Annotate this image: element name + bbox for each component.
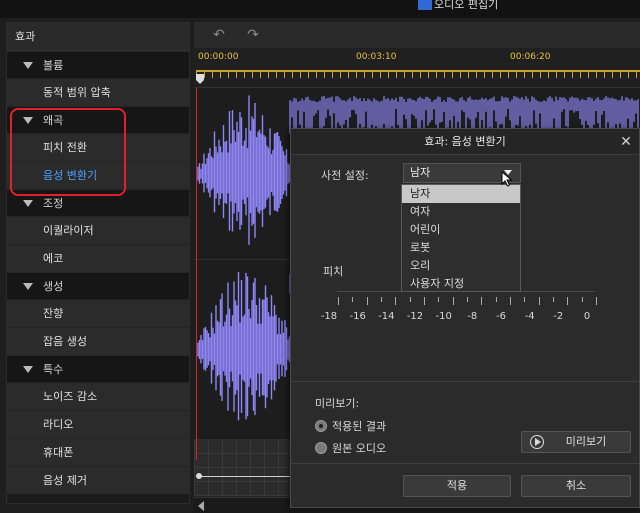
pitch-label: 피치 [323, 265, 344, 278]
collapse-triangle-icon [23, 200, 33, 207]
effect-item-dynamic-range-compression[interactable]: 동적 범위 압축 [7, 78, 189, 106]
pitch-scale-label: -10 [435, 311, 452, 322]
mouse-cursor-icon [501, 171, 513, 187]
dialog-title-bar: 효과: 음성 변환기 ✕ [291, 129, 639, 155]
pitch-tick [553, 297, 554, 302]
preset-option-female[interactable]: 여자 [402, 203, 520, 221]
playhead-line [196, 88, 197, 460]
pitch-tick [567, 297, 569, 305]
preset-option-duck[interactable]: 오리 [402, 257, 520, 275]
pitch-tick [366, 297, 368, 305]
radio-off-icon [315, 442, 327, 454]
pitch-scale-label: -6 [496, 311, 506, 322]
effect-item-noise-generate[interactable]: 잡음 생성 [7, 327, 189, 355]
preset-option-robot[interactable]: 로봇 [402, 239, 520, 257]
time-label: 00:03:10 [356, 52, 397, 62]
voice-changer-dialog: 효과: 음성 변환기 ✕ 사전 설정: 남자 남자 여자 어린이 로봇 오리 사… [290, 128, 640, 508]
timeline-toolbar: ↶ ↷ [194, 22, 640, 48]
dialog-title: 효과: 음성 변환기 [424, 135, 506, 148]
pitch-tick [510, 297, 511, 305]
preset-option-male[interactable]: 남자 [402, 185, 520, 203]
pitch-scale-label: -12 [406, 311, 424, 322]
effect-item-equalizer[interactable]: 이퀄라이저 [7, 216, 189, 244]
apply-button[interactable]: 적용 [403, 475, 511, 497]
window-title: 오디오 편집기 [418, 0, 498, 12]
group-special[interactable]: 특수 [7, 355, 189, 382]
preset-selected-value: 남자 [410, 166, 431, 179]
preview-button[interactable]: 미리보기 [521, 431, 631, 453]
radio-on-icon [315, 420, 327, 432]
pitch-scale-label: -8 [467, 311, 478, 322]
dialog-footer-divider [291, 463, 639, 464]
radio-applied-result[interactable]: 적용된 결과 [315, 419, 386, 435]
effect-item-noise-reduction[interactable]: 노이즈 감소 [7, 382, 189, 410]
app-logo-icon [418, 0, 432, 10]
radio-original-audio[interactable]: 원본 오디오 [315, 441, 386, 457]
pitch-scale-label: -2 [553, 311, 564, 322]
pitch-tick [467, 297, 468, 302]
pitch-tick [524, 297, 526, 302]
pitch-tick [395, 297, 397, 305]
group-generate[interactable]: 생성 [7, 272, 189, 299]
pitch-tick [424, 297, 425, 305]
effect-item-phone[interactable]: 휴대폰 [7, 438, 189, 466]
scroll-left-icon[interactable] [198, 501, 204, 511]
preset-label: 사전 설정: [321, 169, 369, 182]
dialog-divider [291, 381, 639, 382]
highlight-annotation-box [10, 108, 126, 196]
pitch-scale-label: -4 [524, 311, 535, 322]
playhead-marker-icon[interactable] [196, 74, 204, 84]
effect-item-echo[interactable]: 에코 [7, 244, 189, 272]
effects-panel-header: 효과 [7, 23, 189, 51]
cancel-button[interactable]: 취소 [521, 475, 631, 497]
effects-panel: 효과 볼륨 동적 범위 압축 왜곡 피치 전환 음성 변환기 조정 이퀄라이저 … [6, 22, 190, 504]
collapse-triangle-icon [23, 62, 33, 69]
collapse-triangle-icon [23, 283, 33, 290]
time-ruler[interactable]: 00:00:00 00:03:10 00:06:20 [194, 48, 640, 88]
play-icon [530, 435, 544, 449]
pitch-tick [581, 297, 583, 302]
pitch-scale-label: -14 [378, 311, 395, 322]
pitch-tick [438, 297, 440, 302]
pitch-tick [538, 297, 540, 305]
effect-item-vocal-removal[interactable]: 음성 제거 [7, 466, 189, 494]
pitch-tick [452, 297, 454, 305]
effect-item-reverb[interactable]: 잔향 [7, 299, 189, 327]
pitch-tick [338, 297, 339, 305]
pitch-tick [409, 297, 411, 302]
pitch-scale-label: -18 [320, 311, 338, 322]
preset-option-child[interactable]: 어린이 [402, 221, 520, 239]
time-label: 00:00:00 [198, 52, 239, 62]
pitch-tick [352, 297, 354, 302]
undo-icon[interactable]: ↶ [210, 26, 228, 44]
pitch-scale-label: 0 [583, 311, 591, 322]
pitch-tick [495, 297, 497, 302]
collapse-triangle-icon [23, 366, 33, 373]
time-label: 00:06:20 [510, 52, 551, 62]
pitch-tick [381, 297, 382, 302]
effect-item-radio[interactable]: 라디오 [7, 410, 189, 438]
preview-label: 미리보기: [315, 397, 360, 410]
pitch-scale: -18 -16 -14 -12 -10 -8 -6 -4 -2 0 [321, 311, 603, 325]
pitch-tick [481, 297, 483, 305]
redo-icon[interactable]: ↷ [244, 26, 262, 44]
preset-options-list: 남자 여자 어린이 로봇 오리 사용자 지정 [401, 184, 521, 292]
pitch-scale-label: -16 [349, 311, 366, 322]
pitch-tick [596, 297, 597, 305]
close-icon[interactable]: ✕ [617, 129, 635, 155]
window-title-bar: 오디오 편집기 [0, 0, 640, 18]
pitch-ticks [338, 297, 597, 307]
envelope-point[interactable] [196, 473, 202, 479]
group-volume[interactable]: 볼륨 [7, 51, 189, 78]
ruler-ticks [196, 72, 640, 78]
preset-option-custom[interactable]: 사용자 지정 [402, 275, 520, 293]
